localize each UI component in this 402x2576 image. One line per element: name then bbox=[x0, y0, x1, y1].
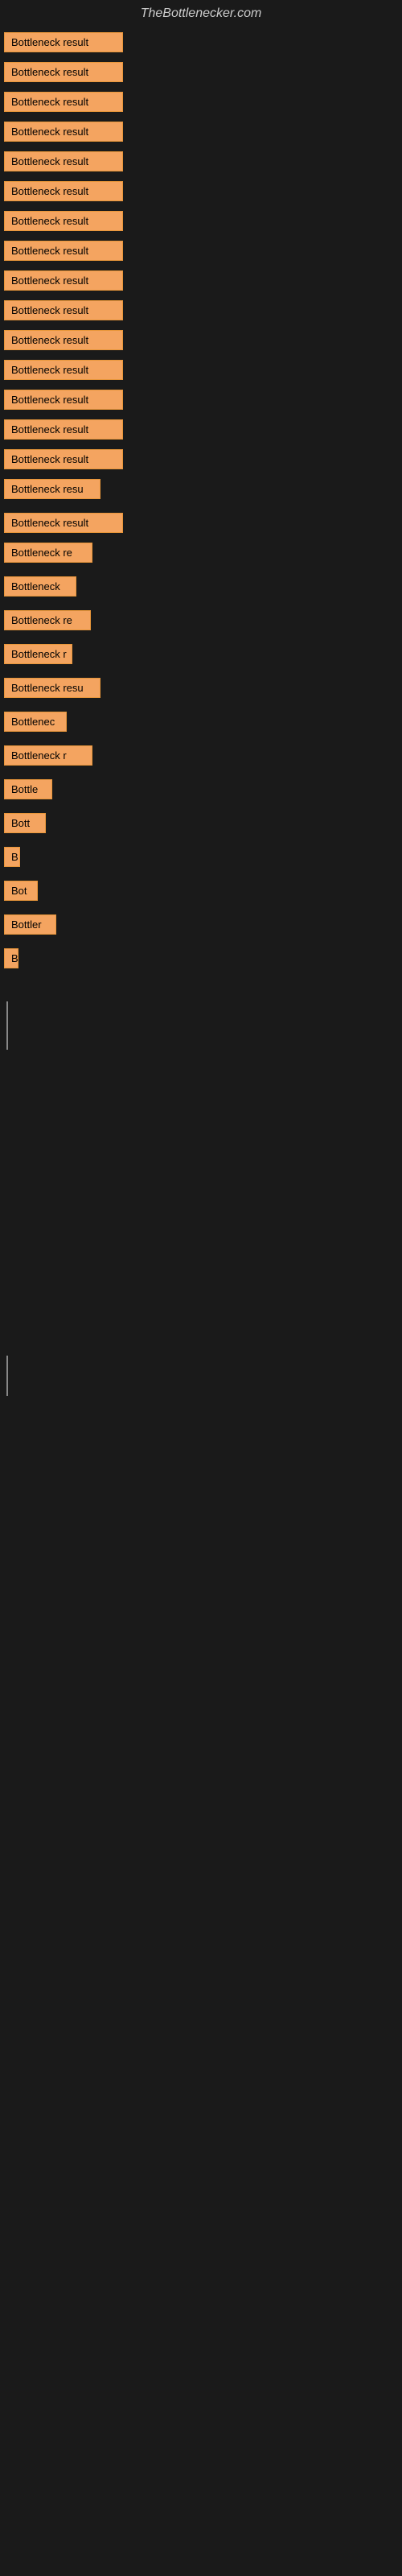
bottleneck-result-label: Bottleneck result bbox=[4, 62, 123, 82]
bottleneck-result-label: Bottleneck resu bbox=[4, 678, 100, 698]
list-item: Bottleneck result bbox=[4, 57, 402, 87]
list-item: Bottleneck result bbox=[4, 444, 402, 474]
bottleneck-result-label: Bottleneck result bbox=[4, 270, 123, 291]
list-item: Bottleneck result bbox=[4, 147, 402, 176]
bottleneck-result-label: Bottleneck result bbox=[4, 122, 123, 142]
list-item: Bottlenec bbox=[4, 707, 402, 741]
bottleneck-result-label: B bbox=[4, 847, 20, 867]
bottleneck-result-label: Bottleneck r bbox=[4, 745, 92, 766]
bottleneck-result-label: Bottleneck result bbox=[4, 360, 123, 380]
list-item: Bottleneck r bbox=[4, 741, 402, 774]
bottleneck-result-label: Bottleneck result bbox=[4, 181, 123, 201]
bottleneck-result-label: Bottleneck r bbox=[4, 644, 72, 664]
list-item: Bottleneck re bbox=[4, 538, 402, 572]
list-item: Bottleneck re bbox=[4, 605, 402, 639]
bottleneck-result-label: Bott bbox=[4, 813, 46, 833]
list-item: Bottleneck result bbox=[4, 176, 402, 206]
list-item: Bottleneck bbox=[4, 572, 402, 605]
bottleneck-result-label: Bottleneck result bbox=[4, 330, 123, 350]
list-item: Bottleneck result bbox=[4, 206, 402, 236]
list-item: Bottleneck result bbox=[4, 236, 402, 266]
list-item: B bbox=[4, 943, 402, 977]
bottom-cursor-indicator bbox=[6, 1356, 8, 1396]
bottleneck-result-label: Bottleneck resu bbox=[4, 479, 100, 499]
list-item: Bottleneck result bbox=[4, 415, 402, 444]
bottleneck-result-label: Bottler bbox=[4, 914, 56, 935]
list-item: Bottleneck result bbox=[4, 87, 402, 117]
bottleneck-result-label: Bottleneck result bbox=[4, 211, 123, 231]
bottleneck-list: Bottleneck result Bottleneck result Bott… bbox=[0, 27, 402, 977]
list-item: Bottleneck result bbox=[4, 385, 402, 415]
bottleneck-result-label: Bottleneck result bbox=[4, 32, 123, 52]
list-item: Bottleneck result bbox=[4, 295, 402, 325]
bottleneck-result-label: Bottleneck result bbox=[4, 419, 123, 440]
list-item: Bot bbox=[4, 876, 402, 910]
bottom-area bbox=[0, 1138, 402, 1460]
list-item: Bottleneck result bbox=[4, 508, 402, 538]
bottleneck-result-label: Bottle bbox=[4, 779, 52, 799]
bottleneck-result-label: Bottleneck result bbox=[4, 300, 123, 320]
bottleneck-result-label: Bottleneck result bbox=[4, 449, 123, 469]
list-item: Bottleneck r bbox=[4, 639, 402, 673]
bottleneck-result-label: Bottleneck bbox=[4, 576, 76, 597]
bottleneck-result-label: Bottleneck result bbox=[4, 151, 123, 171]
bottleneck-result-label: Bottleneck result bbox=[4, 513, 123, 533]
site-title: TheBottlenecker.com bbox=[0, 0, 402, 27]
bottleneck-result-label: B bbox=[4, 948, 18, 968]
bottleneck-result-label: Bottleneck result bbox=[4, 390, 123, 410]
list-item: Bottleneck result bbox=[4, 325, 402, 355]
list-item: Bott bbox=[4, 808, 402, 842]
list-item: Bottleneck resu bbox=[4, 673, 402, 707]
list-item: Bottleneck result bbox=[4, 355, 402, 385]
list-item: Bottler bbox=[4, 910, 402, 943]
cursor-area bbox=[0, 977, 402, 1138]
list-item: B bbox=[4, 842, 402, 876]
cursor-indicator bbox=[6, 1001, 8, 1050]
bottleneck-result-label: Bottleneck re bbox=[4, 543, 92, 563]
bottleneck-result-label: Bottleneck re bbox=[4, 610, 91, 630]
list-item: Bottleneck result bbox=[4, 27, 402, 57]
bottleneck-result-label: Bot bbox=[4, 881, 38, 901]
bottleneck-result-label: Bottleneck result bbox=[4, 92, 123, 112]
list-item: Bottleneck resu bbox=[4, 474, 402, 508]
list-item: Bottle bbox=[4, 774, 402, 808]
bottleneck-result-label: Bottleneck result bbox=[4, 241, 123, 261]
list-item: Bottleneck result bbox=[4, 117, 402, 147]
list-item: Bottleneck result bbox=[4, 266, 402, 295]
bottleneck-result-label: Bottlenec bbox=[4, 712, 67, 732]
